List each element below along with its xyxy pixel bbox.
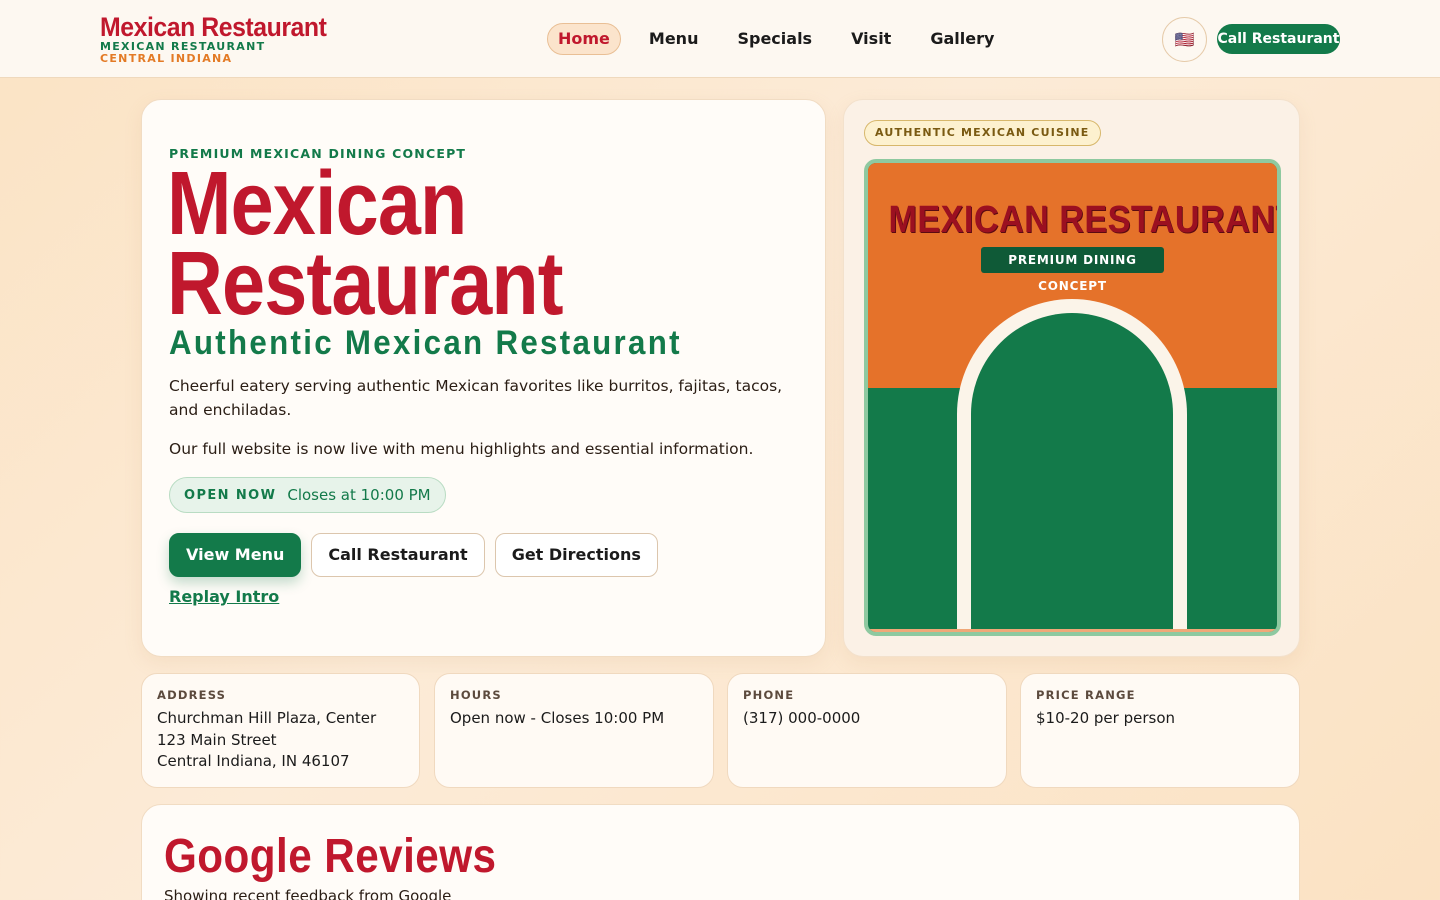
arch-door (971, 313, 1173, 632)
cuisine-badge: AUTHENTIC MEXICAN CUISINE (864, 120, 1101, 146)
poster-divider (868, 629, 1277, 632)
hero-description: Cheerful eatery serving authentic Mexica… (169, 377, 783, 419)
replay-intro-link[interactable]: Replay Intro (169, 587, 279, 606)
poster-chip: PREMIUM DINING CONCEPT (981, 247, 1164, 293)
header-call-button[interactable]: Call Restaurant (1217, 24, 1340, 54)
feature-card: AUTHENTIC MEXICAN CUISINE MEXICAN RESTAU… (843, 99, 1300, 657)
closing-time: Closes at 10:00 PM (287, 486, 431, 504)
price-label: PRICE RANGE (1036, 688, 1136, 702)
reviews-title: Google Reviews (164, 830, 497, 883)
reviews-subtitle: Showing recent feedback from Google (164, 887, 452, 900)
nav-menu[interactable]: Menu (638, 23, 710, 55)
open-status-badge: OPEN NOW Closes at 10:00 PM (169, 477, 446, 513)
address-value: Churchman Hill Plaza, Center 123 Main St… (157, 709, 377, 770)
address-label: ADDRESS (157, 688, 227, 702)
us-flag-icon: 🇺🇸 (1174, 30, 1195, 49)
open-status-label: OPEN NOW (184, 487, 277, 503)
phone-card: PHONE (317) 000-0000 (727, 673, 1007, 788)
hero-title-line2: Restaurant (167, 234, 564, 334)
nav-specials[interactable]: Specials (726, 23, 823, 55)
price-card: PRICE RANGE $10-20 per person (1020, 673, 1300, 788)
brand-title: Mexican Restaurant (100, 12, 327, 42)
site-header: Mexican Restaurant MEXICAN RESTAURANT CE… (0, 0, 1440, 78)
hours-label: HOURS (450, 688, 502, 702)
hours-card: HOURS Open now - Closes 10:00 PM (434, 673, 714, 788)
brand-location: CENTRAL INDIANA (100, 52, 233, 65)
view-menu-button[interactable]: View Menu (169, 533, 302, 577)
hero-actions: View Menu Call Restaurant Get Directions (169, 533, 668, 577)
hero-title: Mexican Restaurant (167, 154, 717, 334)
hero-card: PREMIUM MEXICAN DINING CONCEPT Mexican R… (141, 99, 826, 657)
brand-logo[interactable]: Mexican Restaurant MEXICAN RESTAURANT CE… (100, 14, 346, 65)
main-nav: Home Menu Specials Visit Gallery (547, 23, 1022, 55)
hero-title-line1: Mexican (167, 154, 467, 254)
price-value: $10-20 per person (1036, 709, 1175, 727)
nav-gallery[interactable]: Gallery (919, 23, 1005, 55)
get-directions-button[interactable]: Get Directions (494, 533, 658, 577)
address-card: ADDRESS Churchman Hill Plaza, Center 123… (141, 673, 420, 788)
restaurant-poster: MEXICAN RESTAURANT PREMIUM DINING CONCEP… (864, 159, 1281, 636)
nav-visit[interactable]: Visit (840, 23, 902, 55)
phone-label: PHONE (743, 688, 795, 702)
hours-value: Open now - Closes 10:00 PM (450, 709, 665, 727)
call-restaurant-button[interactable]: Call Restaurant (311, 533, 485, 577)
phone-value[interactable]: (317) 000-0000 (743, 708, 991, 730)
hero-subtitle: Authentic Mexican Restaurant (169, 324, 682, 362)
nav-home[interactable]: Home (547, 23, 621, 55)
reviews-section: Google Reviews Showing recent feedback f… (141, 804, 1300, 900)
poster-title: MEXICAN RESTAURANT (888, 199, 1281, 241)
hero-notice: Our full website is now live with menu h… (169, 440, 754, 458)
language-switcher[interactable]: 🇺🇸 (1162, 17, 1207, 62)
